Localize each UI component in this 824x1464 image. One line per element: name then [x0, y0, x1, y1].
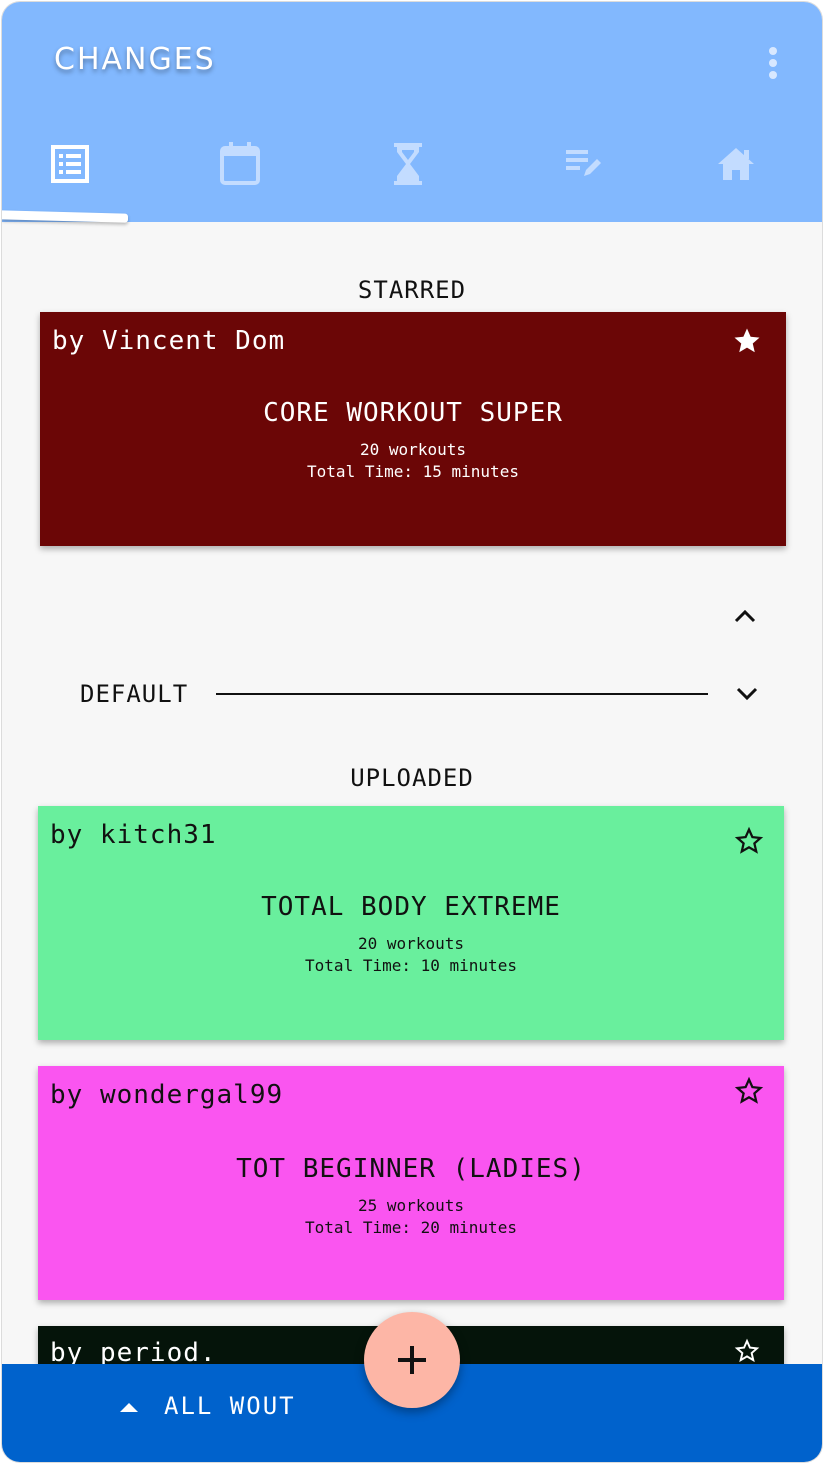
card-title: TOTAL BODY EXTREME	[261, 892, 561, 922]
card-total-time: Total Time: 20 minutes	[305, 1218, 517, 1237]
app-bar: CHANGES	[2, 2, 822, 223]
star-filled-icon[interactable]	[732, 326, 762, 356]
bottom-bar-label: ALL WOUT	[164, 1392, 296, 1420]
divider-line	[216, 693, 708, 695]
star-outline-icon[interactable]	[734, 826, 764, 856]
add-workout-button[interactable]	[364, 1312, 460, 1408]
edit-notes-icon	[566, 150, 601, 176]
card-author: by wondergal99	[50, 1080, 284, 1110]
home-icon	[718, 148, 754, 180]
card-author: by kitch31	[50, 820, 217, 850]
section-title-starred: STARRED	[357, 276, 467, 304]
workout-card[interactable]: by wondergal99 TOT BEGINNER (LADIES) 25 …	[38, 1066, 784, 1300]
star-outline-icon[interactable]	[734, 1338, 760, 1364]
tab-timer[interactable]	[368, 134, 448, 194]
app-title: CHANGES	[54, 42, 216, 77]
arrow-up-icon	[120, 1403, 138, 1412]
card-workout-count: 20 workouts	[360, 440, 466, 459]
card-workout-count: 20 workouts	[358, 934, 464, 953]
hourglass-icon	[394, 143, 422, 185]
workout-card[interactable]: by kitch31 TOTAL BODY EXTREME 20 workout…	[38, 806, 784, 1040]
list-icon	[51, 145, 89, 183]
chevron-down-icon[interactable]	[732, 678, 762, 708]
card-total-time: Total Time: 10 minutes	[305, 956, 517, 975]
selected-tab-indicator	[2, 210, 128, 223]
card-total-time: Total Time: 15 minutes	[307, 462, 519, 481]
calendar-icon	[220, 142, 260, 185]
tab-home[interactable]	[696, 134, 776, 194]
default-section-divider: DEFAULT	[2, 602, 822, 722]
card-title: TOT BEGINNER (LADIES)	[236, 1154, 586, 1184]
section-title-uploaded: UPLOADED	[350, 764, 474, 792]
workout-card[interactable]: by Vincent Dom CORE WORKOUT SUPER 20 wor…	[40, 312, 786, 546]
card-title: CORE WORKOUT SUPER	[263, 398, 563, 428]
card-workout-count: 25 workouts	[358, 1196, 464, 1215]
section-title-default: DEFAULT	[80, 680, 189, 708]
app-frame: CHANGES STARRED by Vincent Dom CORE WORK…	[2, 2, 822, 1462]
tab-list[interactable]	[30, 134, 110, 194]
chevron-up-icon[interactable]	[730, 602, 760, 632]
tab-notes[interactable]	[544, 134, 624, 194]
star-outline-icon[interactable]	[734, 1076, 764, 1106]
overflow-menu-button[interactable]	[758, 38, 788, 88]
plus-icon	[398, 1346, 426, 1374]
more-vert-icon	[769, 47, 777, 79]
tab-calendar[interactable]	[200, 134, 280, 194]
card-author: by Vincent Dom	[52, 326, 286, 356]
